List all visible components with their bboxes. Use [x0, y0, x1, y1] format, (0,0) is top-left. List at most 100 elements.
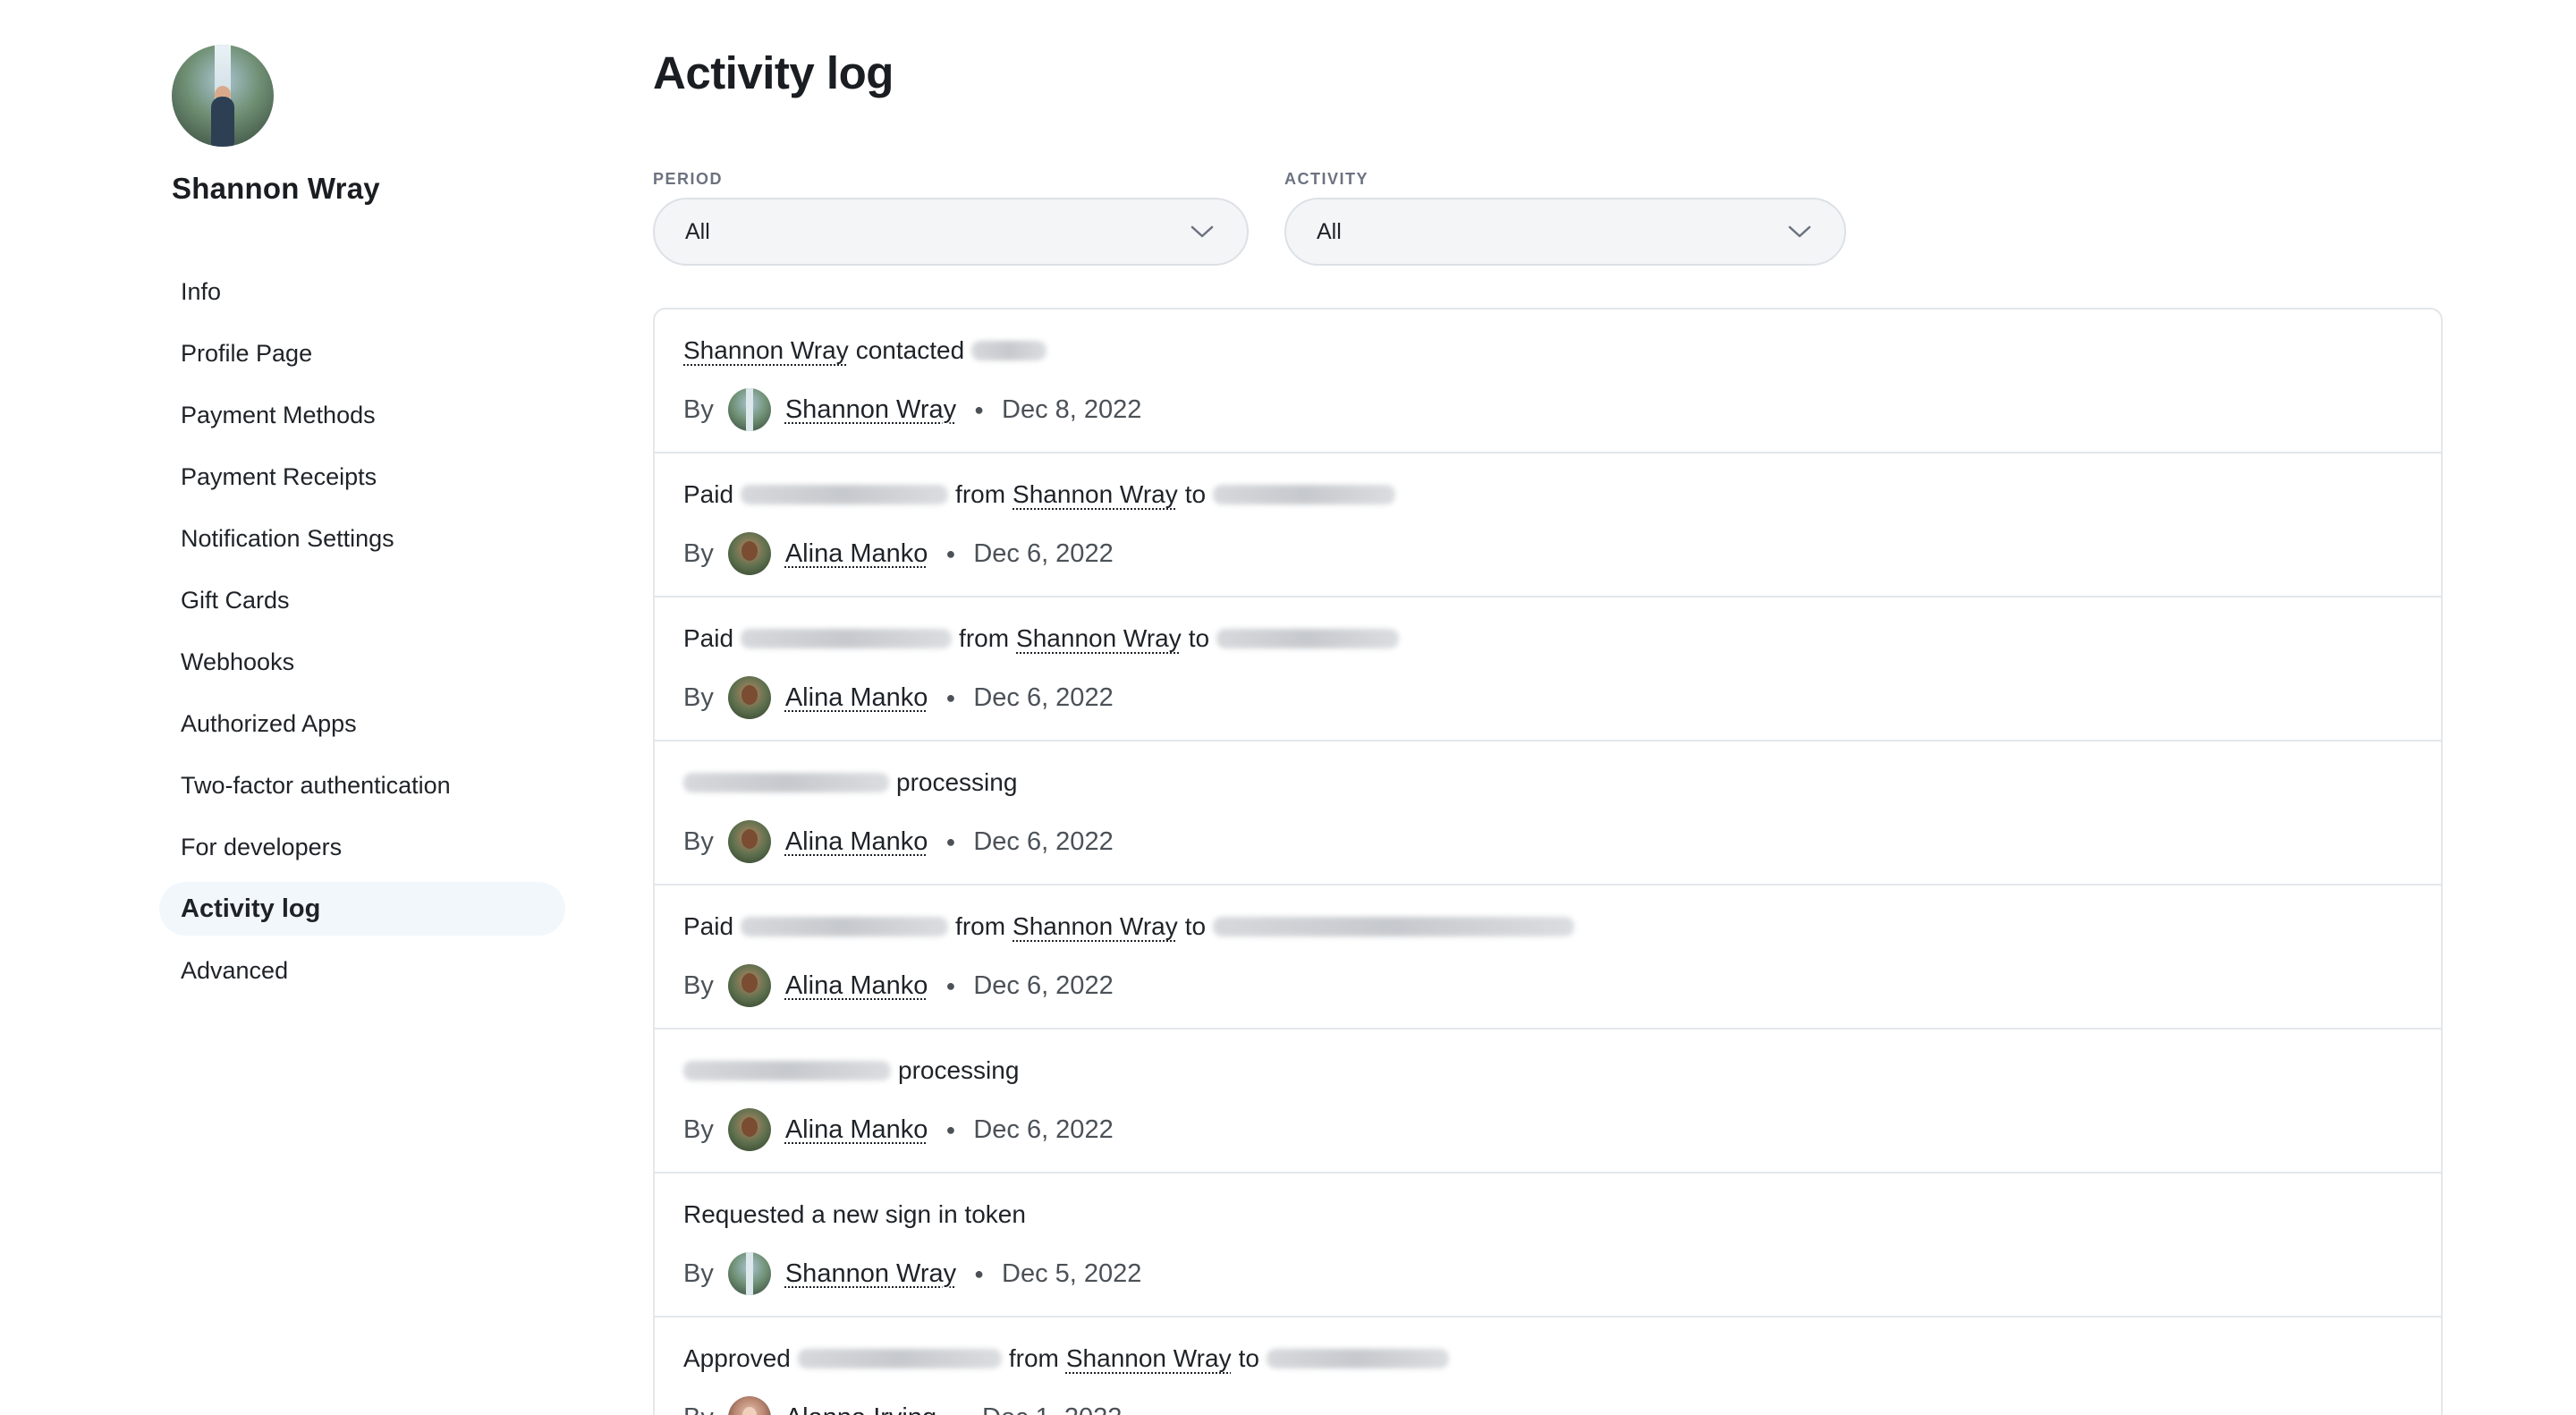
- activity-meta: By Alina Manko ● Dec 6, 2022: [683, 676, 2441, 719]
- sidebar-item-for-developers[interactable]: For developers: [159, 820, 565, 874]
- by-label: By: [683, 1114, 714, 1144]
- chevron-down-icon: [1191, 225, 1214, 238]
- activity-entry: Shannon Wray contacted By Shannon Wray ●…: [655, 309, 2441, 453]
- activity-entry: processing By Alina Manko ● Dec 6, 2022: [655, 741, 2441, 885]
- period-filter: PERIOD All: [653, 170, 1249, 266]
- separator-dot: ●: [974, 400, 985, 419]
- actor-link[interactable]: Alina Manko: [785, 683, 928, 713]
- actor-avatar[interactable]: [727, 1252, 771, 1295]
- by-label: By: [683, 538, 714, 568]
- activity-date: Dec 6, 2022: [973, 970, 1114, 1000]
- actor-link[interactable]: Alanna Irving: [785, 1403, 936, 1415]
- redacted-text: [797, 1349, 1002, 1368]
- sidebar-item-payment-methods[interactable]: Payment Methods: [159, 388, 565, 442]
- activity-meta: By Shannon Wray ● Dec 5, 2022: [683, 1252, 2441, 1295]
- actor-link[interactable]: Alina Manko: [785, 971, 928, 1001]
- activity-description: Requested a new sign in token: [683, 1199, 2441, 1231]
- actor-avatar[interactable]: [727, 532, 771, 575]
- activity-date: Dec 6, 2022: [973, 682, 1114, 712]
- activity-text: to: [1188, 624, 1210, 652]
- account-link[interactable]: Shannon Wray: [1013, 480, 1178, 509]
- activity-entry: processing By Alina Manko ● Dec 6, 2022: [655, 1029, 2441, 1174]
- activity-description: Paid from Shannon Wray to: [683, 479, 2441, 511]
- by-label: By: [683, 970, 714, 1000]
- profile-avatar[interactable]: [172, 45, 274, 147]
- actor-link[interactable]: Alina Manko: [785, 827, 928, 857]
- activity-text: from: [1008, 1344, 1059, 1372]
- account-link[interactable]: Shannon Wray: [683, 336, 849, 365]
- activity-text: processing: [896, 768, 1018, 796]
- actor-avatar[interactable]: [727, 676, 771, 719]
- account-link[interactable]: Shannon Wray: [1013, 912, 1178, 941]
- separator-dot: ●: [945, 1120, 956, 1139]
- activity-select[interactable]: All: [1284, 198, 1846, 266]
- activity-entry: Approved from Shannon Wray to By Alanna …: [655, 1318, 2441, 1415]
- by-label: By: [683, 682, 714, 712]
- sidebar-item-two-factor[interactable]: Two-factor authentication: [159, 758, 565, 812]
- redacted-text: [683, 1061, 891, 1080]
- activity-meta: By Alina Manko ● Dec 6, 2022: [683, 532, 2441, 575]
- activity-text: Requested a new sign in token: [683, 1200, 1026, 1228]
- page: Shannon Wray Info Profile Page Payment M…: [0, 0, 2576, 1415]
- separator-dot: ●: [945, 976, 956, 995]
- actor-link[interactable]: Shannon Wray: [785, 395, 956, 425]
- sidebar-item-info[interactable]: Info: [159, 265, 565, 318]
- actor-avatar[interactable]: [727, 820, 771, 863]
- separator-dot: ●: [945, 832, 956, 851]
- actor-link[interactable]: Alina Manko: [785, 539, 928, 569]
- activity-description: Paid from Shannon Wray to: [683, 911, 2441, 943]
- by-label: By: [683, 1403, 714, 1415]
- activity-description: processing: [683, 767, 2441, 799]
- separator-dot: ●: [954, 1409, 964, 1415]
- activity-text: to: [1184, 912, 1207, 940]
- period-select[interactable]: All: [653, 198, 1249, 266]
- by-label: By: [683, 394, 714, 424]
- activity-meta: By Alina Manko ● Dec 6, 2022: [683, 1108, 2441, 1151]
- activity-entry: Paid from Shannon Wray to By Alina Manko…: [655, 597, 2441, 741]
- redacted-text: [1213, 917, 1575, 936]
- sidebar-item-webhooks[interactable]: Webhooks: [159, 635, 565, 689]
- avatar-body: [211, 97, 234, 147]
- redacted-text: [741, 485, 949, 504]
- activity-value: All: [1317, 218, 1342, 244]
- sidebar-item-profile-page[interactable]: Profile Page: [159, 326, 565, 380]
- redacted-text: [971, 341, 1047, 360]
- redacted-text: [683, 773, 889, 792]
- redacted-text: [1213, 485, 1396, 504]
- activity-description: Paid from Shannon Wray to: [683, 623, 2441, 655]
- sidebar-item-gift-cards[interactable]: Gift Cards: [159, 573, 565, 627]
- activity-date: Dec 6, 2022: [973, 826, 1114, 856]
- activity-text: to: [1184, 480, 1207, 508]
- profile-name[interactable]: Shannon Wray: [172, 172, 571, 206]
- activity-meta: By Shannon Wray ● Dec 8, 2022: [683, 388, 2441, 431]
- redacted-text: [1216, 629, 1400, 648]
- chevron-down-icon: [1788, 225, 1811, 238]
- sidebar-item-advanced[interactable]: Advanced: [159, 944, 565, 997]
- sidebar-item-notification-settings[interactable]: Notification Settings: [159, 512, 565, 565]
- account-link[interactable]: Shannon Wray: [1066, 1344, 1232, 1373]
- sidebar-item-payment-receipts[interactable]: Payment Receipts: [159, 450, 565, 504]
- sidebar-item-authorized-apps[interactable]: Authorized Apps: [159, 697, 565, 750]
- settings-nav: Info Profile Page Payment Methods Paymen…: [159, 265, 571, 997]
- separator-dot: ●: [945, 544, 956, 563]
- actor-avatar[interactable]: [727, 388, 771, 431]
- activity-description: Approved from Shannon Wray to: [683, 1343, 2441, 1375]
- redacted-text: [1266, 1349, 1449, 1368]
- actor-avatar[interactable]: [727, 1396, 771, 1415]
- account-link[interactable]: Shannon Wray: [1016, 624, 1182, 653]
- actor-link[interactable]: Alina Manko: [785, 1115, 928, 1145]
- actor-avatar[interactable]: [727, 964, 771, 1007]
- by-label: By: [683, 826, 714, 856]
- activity-list: Shannon Wray contacted By Shannon Wray ●…: [653, 308, 2443, 1415]
- activity-text: Approved: [683, 1344, 791, 1372]
- period-label: PERIOD: [653, 170, 724, 188]
- activity-text: Paid: [683, 912, 734, 940]
- by-label: By: [683, 1258, 714, 1288]
- actor-avatar[interactable]: [727, 1108, 771, 1151]
- activity-meta: By Alanna Irving ● Dec 1, 2022: [683, 1396, 2441, 1415]
- sidebar-item-activity-log[interactable]: Activity log: [159, 882, 565, 936]
- activity-meta: By Alina Manko ● Dec 6, 2022: [683, 964, 2441, 1007]
- actor-link[interactable]: Shannon Wray: [785, 1259, 956, 1289]
- separator-dot: ●: [974, 1264, 985, 1283]
- activity-text: Paid: [683, 480, 734, 508]
